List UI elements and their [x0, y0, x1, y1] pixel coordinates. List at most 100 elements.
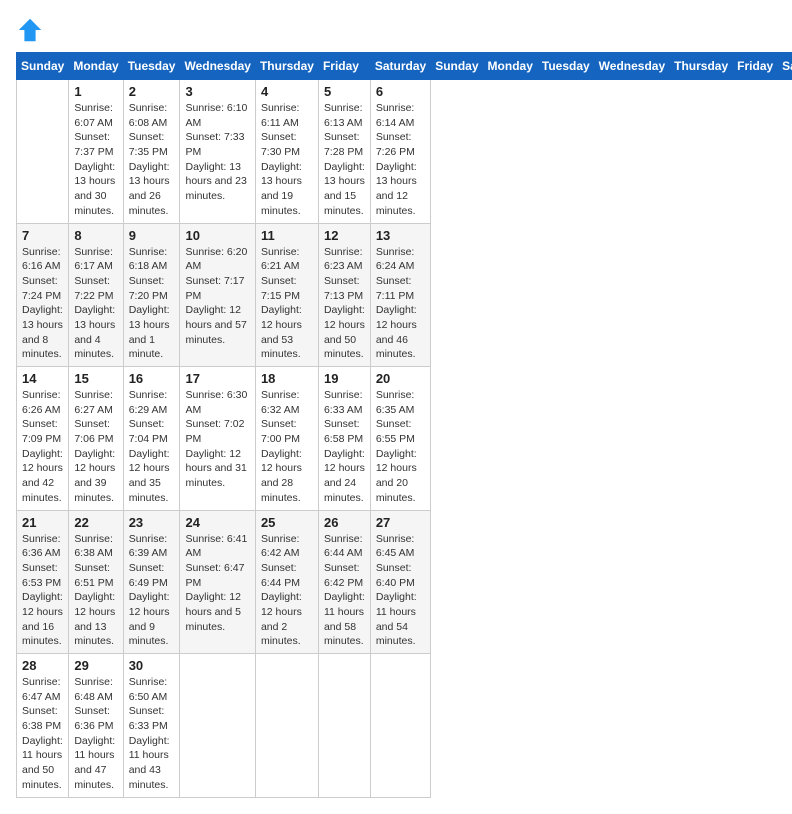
- day-info: Sunrise: 6:18 AMSunset: 7:20 PMDaylight:…: [129, 245, 175, 363]
- col-header-tuesday: Tuesday: [537, 53, 594, 80]
- day-cell: 20Sunrise: 6:35 AMSunset: 6:55 PMDayligh…: [370, 367, 430, 511]
- day-cell: 1Sunrise: 6:07 AMSunset: 7:37 PMDaylight…: [69, 80, 123, 224]
- day-info: Sunrise: 6:11 AMSunset: 7:30 PMDaylight:…: [261, 101, 313, 219]
- col-header-friday: Friday: [318, 53, 370, 80]
- day-cell: 14 Sunrise: 6:26 AMSunset: 7:09 PMDayligh…: [17, 367, 69, 511]
- day-info: Sunrise: 6:27 AMSunset: 7:06 PMDaylight:…: [74, 388, 117, 506]
- header: [16, 16, 776, 44]
- day-cell: 2Sunrise: 6:08 AMSunset: 7:35 PMDaylight…: [123, 80, 180, 224]
- day-number: 25: [261, 515, 313, 530]
- col-header-wednesday: Wednesday: [594, 53, 669, 80]
- day-cell: 28 Sunrise: 6:47 AMSunset: 6:38 PMDayligh…: [17, 654, 69, 798]
- day-cell: [370, 654, 430, 798]
- day-cell: 29 Sunrise: 6:48 AMSunset: 6:36 PMDayligh…: [69, 654, 123, 798]
- day-number: 28: [22, 658, 63, 673]
- day-number: 12: [324, 228, 365, 243]
- week-row-3: 14 Sunrise: 6:26 AMSunset: 7:09 PMDayligh…: [17, 367, 792, 511]
- day-info: Sunrise: 6:26 AMSunset: 7:09 PMDaylight:…: [22, 388, 63, 506]
- day-info: Sunrise: 6:45 AMSunset: 6:40 PMDaylight:…: [376, 532, 425, 650]
- day-cell: 17 Sunrise: 6:30 AMSunset: 7:02 PMDayligh…: [180, 367, 255, 511]
- day-number: 16: [129, 371, 175, 386]
- day-cell: [255, 654, 318, 798]
- day-number: 30: [129, 658, 175, 673]
- col-header-tuesday: Tuesday: [123, 53, 180, 80]
- day-cell: 24 Sunrise: 6:41 AMSunset: 6:47 PMDayligh…: [180, 510, 255, 654]
- day-info: Sunrise: 6:16 AMSunset: 7:24 PMDaylight:…: [22, 245, 63, 363]
- day-info: Sunrise: 6:08 AMSunset: 7:35 PMDaylight:…: [129, 101, 175, 219]
- day-number: 4: [261, 84, 313, 99]
- day-number: 18: [261, 371, 313, 386]
- day-info: Sunrise: 6:36 AMSunset: 6:53 PMDaylight:…: [22, 532, 63, 650]
- col-header-monday: Monday: [483, 53, 537, 80]
- day-number: 21: [22, 515, 63, 530]
- day-info: Sunrise: 6:10 AMSunset: 7:33 PMDaylight:…: [185, 101, 249, 204]
- col-header-friday: Friday: [733, 53, 778, 80]
- day-info: Sunrise: 6:17 AMSunset: 7:22 PMDaylight:…: [74, 245, 117, 363]
- day-info: Sunrise: 6:48 AMSunset: 6:36 PMDaylight:…: [74, 675, 117, 793]
- col-header-monday: Monday: [69, 53, 123, 80]
- logo-icon: [16, 16, 44, 44]
- day-info: Sunrise: 6:32 AMSunset: 7:00 PMDaylight:…: [261, 388, 313, 506]
- col-header-thursday: Thursday: [255, 53, 318, 80]
- day-number: 22: [74, 515, 117, 530]
- day-number: 14: [22, 371, 63, 386]
- day-number: 17: [185, 371, 249, 386]
- day-info: Sunrise: 6:33 AMSunset: 6:58 PMDaylight:…: [324, 388, 365, 506]
- day-info: Sunrise: 6:38 AMSunset: 6:51 PMDaylight:…: [74, 532, 117, 650]
- day-cell: [318, 654, 370, 798]
- day-cell: [17, 80, 69, 224]
- week-row-2: 7 Sunrise: 6:16 AMSunset: 7:24 PMDaylight…: [17, 223, 792, 367]
- col-header-sunday: Sunday: [17, 53, 69, 80]
- day-info: Sunrise: 6:30 AMSunset: 7:02 PMDaylight:…: [185, 388, 249, 491]
- day-cell: 8 Sunrise: 6:17 AMSunset: 7:22 PMDaylight…: [69, 223, 123, 367]
- day-number: 27: [376, 515, 425, 530]
- day-info: Sunrise: 6:35 AMSunset: 6:55 PMDaylight:…: [376, 388, 425, 506]
- col-header-saturday: Saturday: [778, 53, 792, 80]
- col-header-sunday: Sunday: [431, 53, 483, 80]
- day-cell: 6 Sunrise: 6:14 AMSunset: 7:26 PMDaylight…: [370, 80, 430, 224]
- calendar-table: SundayMondayTuesdayWednesdayThursdayFrid…: [16, 52, 792, 798]
- day-cell: 22 Sunrise: 6:38 AMSunset: 6:51 PMDayligh…: [69, 510, 123, 654]
- day-number: 6: [376, 84, 425, 99]
- day-info: Sunrise: 6:14 AMSunset: 7:26 PMDaylight:…: [376, 101, 425, 219]
- day-number: 15: [74, 371, 117, 386]
- day-number: 7: [22, 228, 63, 243]
- day-number: 10: [185, 228, 249, 243]
- day-cell: 25Sunrise: 6:42 AMSunset: 6:44 PMDayligh…: [255, 510, 318, 654]
- day-number: 29: [74, 658, 117, 673]
- header-row: SundayMondayTuesdayWednesdayThursdayFrid…: [17, 53, 792, 80]
- day-cell: 10 Sunrise: 6:20 AMSunset: 7:17 PMDayligh…: [180, 223, 255, 367]
- day-info: Sunrise: 6:20 AMSunset: 7:17 PMDaylight:…: [185, 245, 249, 348]
- day-number: 8: [74, 228, 117, 243]
- day-cell: 12Sunrise: 6:23 AMSunset: 7:13 PMDayligh…: [318, 223, 370, 367]
- day-info: Sunrise: 6:07 AMSunset: 7:37 PMDaylight:…: [74, 101, 117, 219]
- day-info: Sunrise: 6:13 AMSunset: 7:28 PMDaylight:…: [324, 101, 365, 219]
- day-cell: 16 Sunrise: 6:29 AMSunset: 7:04 PMDayligh…: [123, 367, 180, 511]
- day-cell: 13 Sunrise: 6:24 AMSunset: 7:11 PMDayligh…: [370, 223, 430, 367]
- day-number: 13: [376, 228, 425, 243]
- day-cell: 11Sunrise: 6:21 AMSunset: 7:15 PMDayligh…: [255, 223, 318, 367]
- day-info: Sunrise: 6:41 AMSunset: 6:47 PMDaylight:…: [185, 532, 249, 635]
- day-cell: 26Sunrise: 6:44 AMSunset: 6:42 PMDayligh…: [318, 510, 370, 654]
- col-header-thursday: Thursday: [670, 53, 733, 80]
- day-cell: 18 Sunrise: 6:32 AMSunset: 7:00 PMDayligh…: [255, 367, 318, 511]
- day-info: Sunrise: 6:39 AMSunset: 6:49 PMDaylight:…: [129, 532, 175, 650]
- day-number: 24: [185, 515, 249, 530]
- day-cell: 9 Sunrise: 6:18 AMSunset: 7:20 PMDaylight…: [123, 223, 180, 367]
- day-cell: 27 Sunrise: 6:45 AMSunset: 6:40 PMDayligh…: [370, 510, 430, 654]
- day-number: 9: [129, 228, 175, 243]
- day-info: Sunrise: 6:29 AMSunset: 7:04 PMDaylight:…: [129, 388, 175, 506]
- day-cell: 19Sunrise: 6:33 AMSunset: 6:58 PMDayligh…: [318, 367, 370, 511]
- week-row-5: 28 Sunrise: 6:47 AMSunset: 6:38 PMDayligh…: [17, 654, 792, 798]
- week-row-1: 1Sunrise: 6:07 AMSunset: 7:37 PMDaylight…: [17, 80, 792, 224]
- day-info: Sunrise: 6:24 AMSunset: 7:11 PMDaylight:…: [376, 245, 425, 363]
- day-cell: 15 Sunrise: 6:27 AMSunset: 7:06 PMDayligh…: [69, 367, 123, 511]
- day-number: 23: [129, 515, 175, 530]
- day-info: Sunrise: 6:47 AMSunset: 6:38 PMDaylight:…: [22, 675, 63, 793]
- day-number: 26: [324, 515, 365, 530]
- col-header-wednesday: Wednesday: [180, 53, 255, 80]
- logo: [16, 16, 48, 44]
- day-cell: 7 Sunrise: 6:16 AMSunset: 7:24 PMDaylight…: [17, 223, 69, 367]
- week-row-4: 21 Sunrise: 6:36 AMSunset: 6:53 PMDayligh…: [17, 510, 792, 654]
- day-cell: 5Sunrise: 6:13 AMSunset: 7:28 PMDaylight…: [318, 80, 370, 224]
